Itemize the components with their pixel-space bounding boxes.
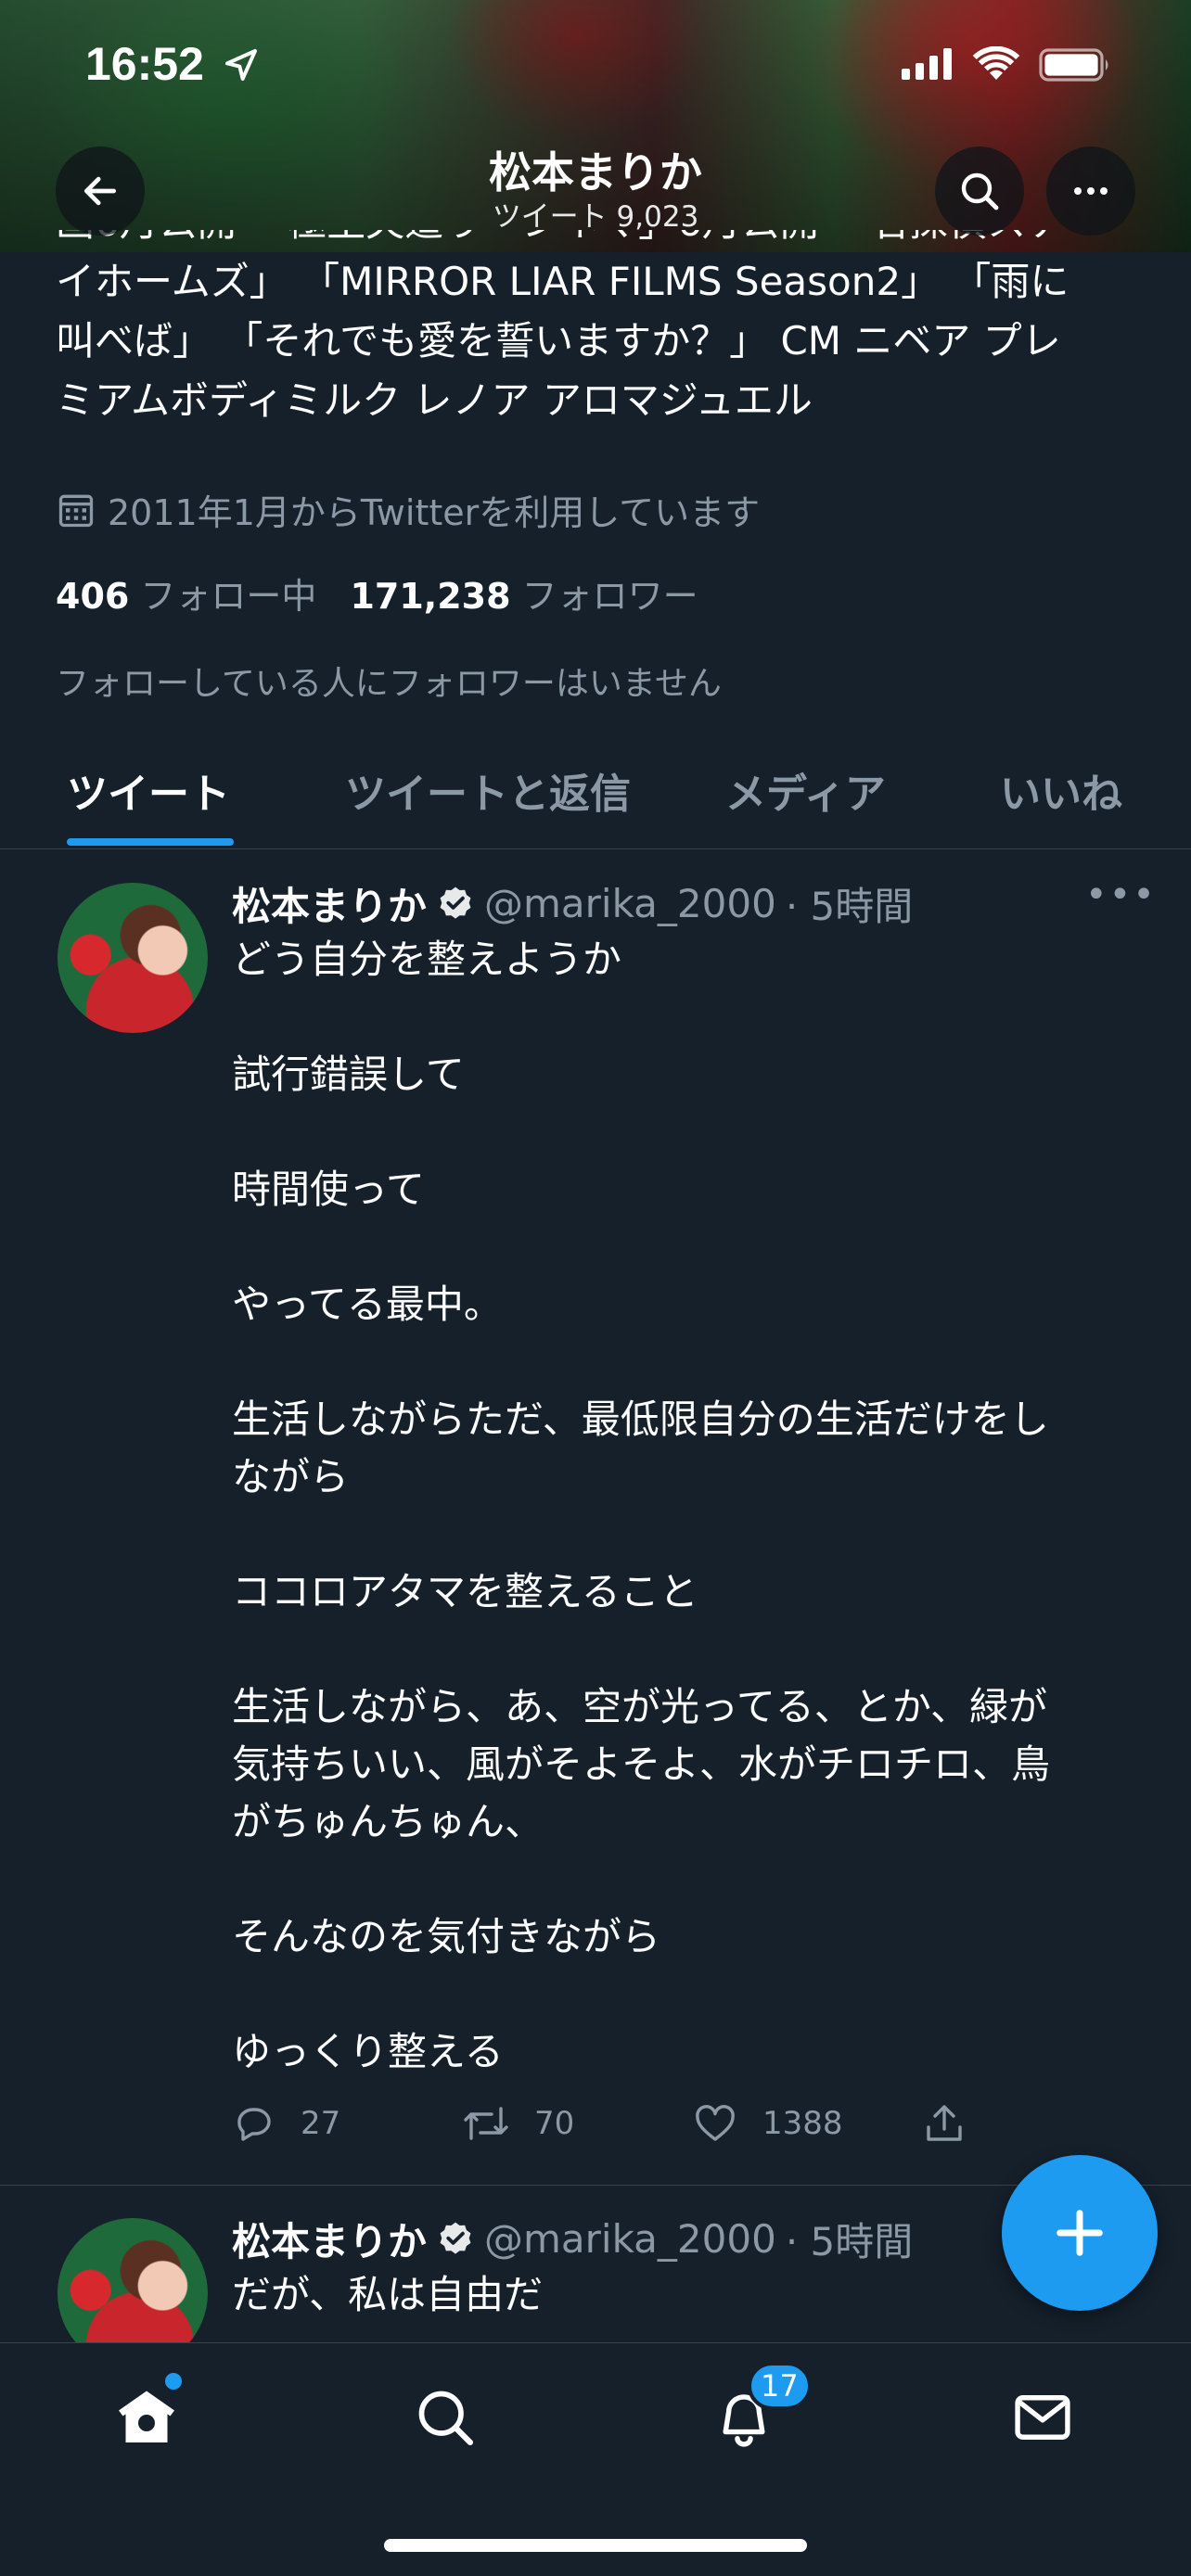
home-unread-dot xyxy=(165,2373,182,2390)
reply-count: 27 xyxy=(301,2105,341,2142)
verified-badge-icon xyxy=(440,2222,471,2254)
location-arrow-icon xyxy=(225,49,257,81)
tweet-header: 松本まりか @marika_2000 · 5時間 xyxy=(232,875,913,932)
like-icon xyxy=(696,2105,735,2141)
tweet-author-handle[interactable]: @marika_2000 xyxy=(484,2216,776,2262)
nav-search[interactable] xyxy=(408,2380,482,2455)
reply-icon xyxy=(237,2108,271,2141)
mutual-followers-note: フォローしている人にフォロワーはいません xyxy=(56,665,722,703)
avatar[interactable] xyxy=(58,2218,208,2342)
wifi-icon xyxy=(972,46,1020,80)
tab-tweets[interactable]: ツイート xyxy=(67,760,230,820)
profile-bio: イホームズ」 「MIRROR LIAR FILMS Season2」 「雨に 叫… xyxy=(56,252,1141,430)
bio-line: 叫べば」 「それでも愛を誓いますか？」 CM ニベア プレ xyxy=(56,318,1061,363)
messages-icon xyxy=(1015,2395,1070,2440)
tweet-more-icon[interactable]: ••• xyxy=(1085,874,1157,916)
status-bar: 16:52 xyxy=(0,37,1191,93)
tweet-timestamp[interactable]: · 5時間 xyxy=(786,875,913,932)
status-time: 16:52 xyxy=(85,38,204,90)
followers-label: フォロワー xyxy=(521,576,698,617)
tweet-author-handle[interactable]: @marika_2000 xyxy=(484,881,776,926)
search-icon xyxy=(961,172,999,210)
plus-icon xyxy=(1057,2210,1103,2256)
more-button[interactable] xyxy=(1046,147,1135,236)
joined-date-text: 2011年1月からTwitterを利用しています xyxy=(108,492,761,533)
calendar-icon xyxy=(58,494,94,527)
tab-tweets-and-replies[interactable]: ツイートと返信 xyxy=(345,760,631,820)
notifications-badge: 17 xyxy=(748,2362,812,2410)
active-tab-indicator xyxy=(67,838,234,846)
retweet-button[interactable]: 70 xyxy=(462,2101,692,2146)
tab-media[interactable]: メディア xyxy=(725,760,886,820)
compose-tweet-button[interactable] xyxy=(1002,2155,1158,2311)
tweet-header: 松本まりか @marika_2000 · 5時間 xyxy=(232,2211,913,2267)
avatar[interactable] xyxy=(58,883,208,1033)
nav-messages[interactable] xyxy=(1005,2380,1080,2455)
retweet-icon xyxy=(464,2107,508,2140)
bio-line: イホームズ」 「MIRROR LIAR FILMS Season2」 「雨に xyxy=(56,259,1069,304)
tweet-author-name[interactable]: 松本まりか xyxy=(232,2211,427,2267)
tweet-text: どう自分を整えようか 試行錯誤して 時間使って やってる最中。 生活しながらただ… xyxy=(232,937,1051,2074)
home-icon xyxy=(119,2391,174,2442)
followers-link[interactable]: 171,238 フォロワー xyxy=(350,567,698,618)
more-icon xyxy=(1074,187,1108,195)
following-count: 406 xyxy=(56,576,130,617)
tweet-author-name[interactable]: 松本まりか xyxy=(232,875,427,932)
like-count: 1388 xyxy=(762,2105,843,2142)
tweet-text: だが、私は自由だ xyxy=(232,2272,544,2317)
verified-badge-icon xyxy=(440,886,471,919)
search-icon xyxy=(418,2391,474,2446)
joined-date: 2011年1月からTwitterを利用しています xyxy=(56,484,760,535)
share-button[interactable] xyxy=(922,2101,967,2146)
tweet-timestamp[interactable]: · 5時間 xyxy=(786,2211,913,2267)
tab-likes[interactable]: いいね xyxy=(1000,760,1122,820)
bio-line: ミアムボディミルク レノア アロマジュエル xyxy=(56,377,813,423)
retweet-count: 70 xyxy=(534,2105,575,2142)
like-button[interactable]: 1388 xyxy=(692,2101,922,2146)
search-button[interactable] xyxy=(935,147,1024,236)
home-indicator[interactable] xyxy=(384,2539,807,2552)
tweet-actions: 27 70 1388 xyxy=(232,2101,967,2146)
cellular-signal-icon xyxy=(902,48,952,80)
followers-count: 171,238 xyxy=(350,576,511,617)
battery-icon xyxy=(1039,48,1108,82)
following-label: フォロー中 xyxy=(140,576,317,617)
reply-button[interactable]: 27 xyxy=(232,2101,462,2146)
nav-home[interactable] xyxy=(109,2380,184,2455)
profile-tabs: ツイート ツイートと返信 メディア いいね xyxy=(0,742,1191,849)
follow-stats: 406 フォロー中 171,238 フォロワー xyxy=(56,567,698,618)
share-icon xyxy=(927,2105,962,2141)
following-link[interactable]: 406 フォロー中 xyxy=(56,567,316,618)
